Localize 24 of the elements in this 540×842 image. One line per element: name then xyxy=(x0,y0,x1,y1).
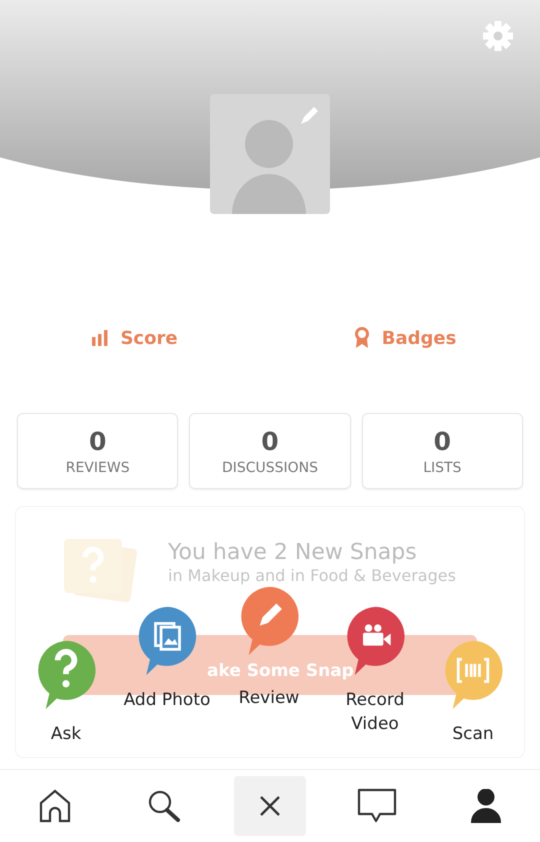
action-label[interactable]: Ask xyxy=(50,722,82,746)
snaps-title: You have 2 New Snaps xyxy=(168,540,417,565)
bar-chart-icon xyxy=(92,330,108,346)
stat-value: 0 xyxy=(434,426,452,456)
stat-card[interactable]: 0 DISCUSSIONS xyxy=(189,413,351,489)
settings-icon xyxy=(482,20,514,52)
home-icon xyxy=(38,789,72,823)
ribbon-icon xyxy=(354,327,370,349)
close-icon xyxy=(259,795,281,817)
close-button[interactable] xyxy=(234,776,306,836)
pencil-icon xyxy=(299,104,321,126)
stat-card[interactable]: 0 REVIEWS xyxy=(17,413,178,489)
stat-card[interactable]: 0 LISTS xyxy=(362,413,523,489)
stat-value: 0 xyxy=(261,426,279,456)
person-icon xyxy=(470,789,500,823)
stat-value: 0 xyxy=(88,426,106,456)
question-cards-icon xyxy=(62,537,138,605)
action-label[interactable]: Scan xyxy=(452,722,494,746)
chat-bubble-icon xyxy=(356,788,396,824)
stat-label: LISTS xyxy=(423,460,462,476)
snaps-subtitle: in Makeup and in Food & Beverages xyxy=(168,566,456,585)
search-icon xyxy=(146,789,180,823)
stat-label: DISCUSSIONS xyxy=(222,460,318,476)
stat-label: REVIEWS xyxy=(66,460,130,476)
